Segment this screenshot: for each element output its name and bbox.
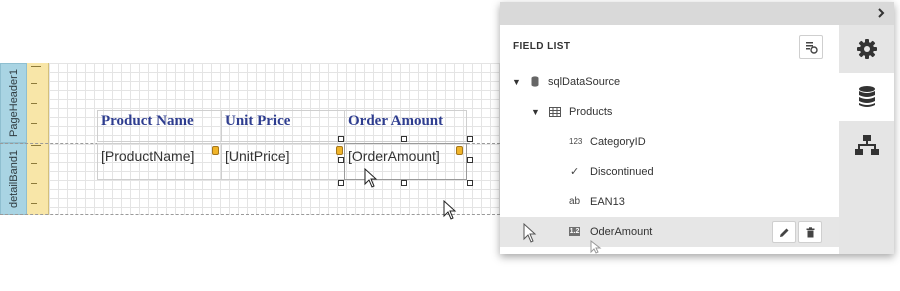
tree-item-label: OderAmount	[590, 226, 653, 238]
hierarchy-icon	[854, 135, 879, 155]
tree-item-field-categoryid[interactable]: 123 CategoryID	[500, 127, 839, 157]
detail-cell-expression: [ProductName]	[101, 148, 195, 164]
chevron-right-icon[interactable]	[874, 6, 888, 20]
ruler-tick	[31, 83, 37, 84]
vertical-ruler	[27, 63, 49, 215]
band-labels: PageHeader1 detailBand1	[0, 63, 27, 215]
header-cell-product-name[interactable]: Product Name	[97, 110, 222, 142]
resize-handle[interactable]	[338, 136, 344, 142]
drag-pointer-icon	[443, 200, 457, 220]
tab-field-list[interactable]	[839, 73, 894, 121]
header-cell-unit-price[interactable]: Unit Price	[221, 110, 345, 142]
tree-item-field-oderamount[interactable]: 1.2 OderAmount	[500, 217, 839, 247]
string-type-icon: ab	[569, 196, 581, 207]
tree-item-label: EAN13	[590, 196, 625, 208]
gear-icon	[856, 39, 877, 59]
ruler-tick	[31, 66, 41, 67]
resize-handle[interactable]	[338, 180, 344, 186]
expand-arrow-icon[interactable]: ▼	[531, 107, 540, 117]
smart-tag-icon[interactable]	[336, 146, 343, 155]
detail-band-label[interactable]: detailBand1	[0, 143, 27, 215]
resize-handle[interactable]	[467, 180, 473, 186]
decimal-type-icon: 1.2	[569, 227, 580, 236]
pencil-icon	[780, 228, 789, 237]
mouse-pointer-icon	[364, 168, 378, 188]
field-list-panel: FIELD LIST ▼ sqlDataSource ▼ Products 12…	[500, 2, 894, 254]
drag-pointer-icon	[590, 240, 602, 254]
ruler-tick	[31, 123, 37, 124]
header-cell-label: Unit Price	[225, 113, 291, 129]
edit-field-button[interactable]	[772, 221, 796, 243]
detail-cell-product-name[interactable]: [ProductName]	[97, 143, 222, 180]
tree-item-label: Products	[569, 106, 613, 118]
integer-type-icon: 123	[569, 137, 583, 146]
trash-icon	[806, 227, 815, 238]
ruler-tick	[31, 183, 37, 184]
delete-field-button[interactable]	[798, 221, 822, 243]
page-header-band-label[interactable]: PageHeader1	[0, 63, 27, 143]
tree-item-label: CategoryID	[590, 136, 646, 148]
resize-handle[interactable]	[401, 180, 407, 186]
header-cell-label: Order Amount	[348, 113, 444, 129]
resize-handle[interactable]	[467, 157, 473, 163]
band-separator[interactable]	[0, 214, 500, 215]
field-list-title: FIELD LIST	[513, 41, 571, 52]
page-header-band-title: PageHeader1	[7, 69, 20, 137]
boolean-type-icon: ✓	[570, 166, 580, 178]
tab-properties[interactable]	[839, 25, 894, 73]
tree-item-field-discontinued[interactable]: ✓ Discontinued	[500, 157, 839, 187]
tree-item-data-source[interactable]: ▼ sqlDataSource	[500, 67, 839, 97]
detail-band-title: detailBand1	[7, 149, 20, 209]
tree-item-label: sqlDataSource	[548, 76, 621, 88]
detail-cell-unit-price[interactable]: [UnitPrice]	[221, 143, 345, 180]
ruler-tick	[31, 203, 37, 204]
panel-top-bar	[500, 2, 894, 25]
add-calculated-field-button[interactable]	[799, 35, 823, 59]
tree-item-field-ean13[interactable]: ab EAN13	[500, 187, 839, 217]
resize-handle[interactable]	[467, 136, 473, 142]
mouse-pointer-icon	[523, 223, 537, 243]
expand-arrow-icon[interactable]: ▼	[512, 77, 521, 87]
resize-handle[interactable]	[401, 136, 407, 142]
resize-handle[interactable]	[338, 157, 344, 163]
ruler-tick	[31, 103, 37, 104]
table-icon	[549, 107, 561, 117]
database-icon	[531, 76, 539, 87]
header-cell-label: Product Name	[101, 113, 194, 129]
side-tab-bar	[839, 25, 894, 254]
ruler-tick	[31, 145, 41, 146]
report-designer-surface[interactable]: PageHeader1 detailBand1 Product Name Uni…	[0, 0, 500, 291]
smart-tag-icon[interactable]	[456, 146, 463, 155]
tree-item-products-table[interactable]: ▼ Products	[500, 97, 839, 127]
tree-item-label: Discontinued	[590, 166, 654, 178]
detail-cell-expression: [UnitPrice]	[225, 148, 290, 164]
smart-tag-icon[interactable]	[212, 146, 219, 155]
database-icon	[858, 86, 875, 107]
ruler-tick	[31, 163, 37, 164]
data-source-settings-icon	[806, 42, 818, 54]
tab-report-explorer[interactable]	[839, 121, 894, 169]
detail-cell-order-amount[interactable]: [OrderAmount]	[344, 143, 467, 180]
detail-cell-expression: [OrderAmount]	[348, 148, 440, 164]
